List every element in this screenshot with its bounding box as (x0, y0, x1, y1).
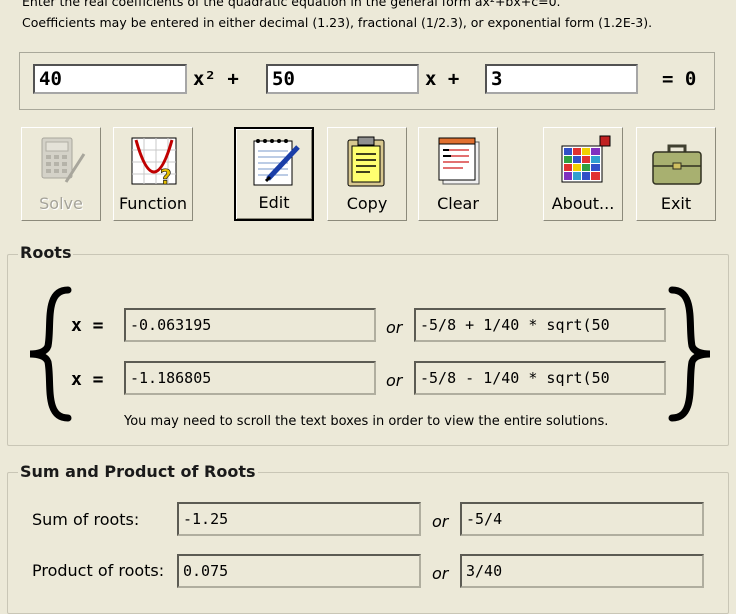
product-decimal-field[interactable]: 0.075 (177, 554, 421, 588)
exit-label: Exit (660, 194, 692, 213)
coefficient-b-input[interactable] (266, 64, 419, 94)
coefficient-c-input[interactable] (485, 64, 638, 94)
root1-exact-field[interactable]: -5/8 + 1/40 * sqrt(50 (414, 308, 666, 342)
sum-product-group-title: Sum and Product of Roots (18, 462, 258, 481)
product-or-label: or (432, 564, 449, 583)
edit-label: Edit (258, 193, 290, 212)
product-of-roots-label: Product of roots: (32, 561, 165, 580)
x-plus-label: x + (425, 68, 460, 90)
instructions-line-1: Enter the real coefficients of the quadr… (22, 0, 561, 9)
clear-button[interactable]: Clear (418, 127, 498, 221)
copy-button[interactable]: Copy (327, 127, 407, 221)
coefficient-a-input[interactable] (33, 64, 187, 94)
root1-x-label: x = (71, 315, 104, 336)
notepad-pen-icon (253, 139, 300, 186)
copy-label: Copy (346, 194, 388, 213)
equals-zero-label: = 0 (662, 68, 697, 90)
sum-of-roots-label: Sum of roots: (32, 510, 140, 529)
about-grid-icon (561, 135, 611, 183)
calculator-icon (41, 137, 86, 183)
product-fraction-field[interactable]: 3/40 (460, 554, 704, 588)
root1-or-label: or (386, 318, 403, 337)
root2-x-label: x = (71, 369, 104, 390)
left-brace-icon (29, 286, 72, 422)
function-graph-icon: ? (131, 137, 177, 189)
about-button[interactable]: About... (543, 127, 623, 221)
clipboard-icon (347, 136, 385, 187)
scroll-note: You may need to scroll the text boxes in… (124, 414, 609, 429)
sum-decimal-field[interactable]: -1.25 (177, 502, 421, 536)
root1-decimal-field[interactable]: -0.063195 (124, 308, 376, 342)
right-brace-icon (668, 286, 711, 422)
clear-label: Clear (437, 194, 479, 213)
root2-decimal-field[interactable]: -1.186805 (124, 361, 376, 395)
root2-or-label: or (386, 371, 403, 390)
note-pad-icon (438, 137, 480, 185)
sum-or-label: or (432, 512, 449, 531)
sum-fraction-field[interactable]: -5/4 (460, 502, 704, 536)
edit-button[interactable]: Edit (234, 127, 314, 221)
roots-group-title: Roots (18, 243, 74, 262)
svg-text:?: ? (160, 165, 172, 189)
function-button[interactable]: ? Function (113, 127, 193, 221)
solve-button[interactable]: Solve (21, 127, 101, 221)
x-squared-plus-label: x² + (193, 68, 239, 90)
sum-product-group (7, 472, 729, 614)
solve-label: Solve (39, 194, 83, 213)
instructions-line-2: Coefficients may be entered in either de… (22, 15, 653, 30)
about-label: About... (551, 194, 615, 213)
exit-button[interactable]: Exit (636, 127, 716, 221)
briefcase-exit-icon (652, 144, 702, 185)
function-label: Function (118, 194, 188, 213)
root2-exact-field[interactable]: -5/8 - 1/40 * sqrt(50 (414, 361, 666, 395)
